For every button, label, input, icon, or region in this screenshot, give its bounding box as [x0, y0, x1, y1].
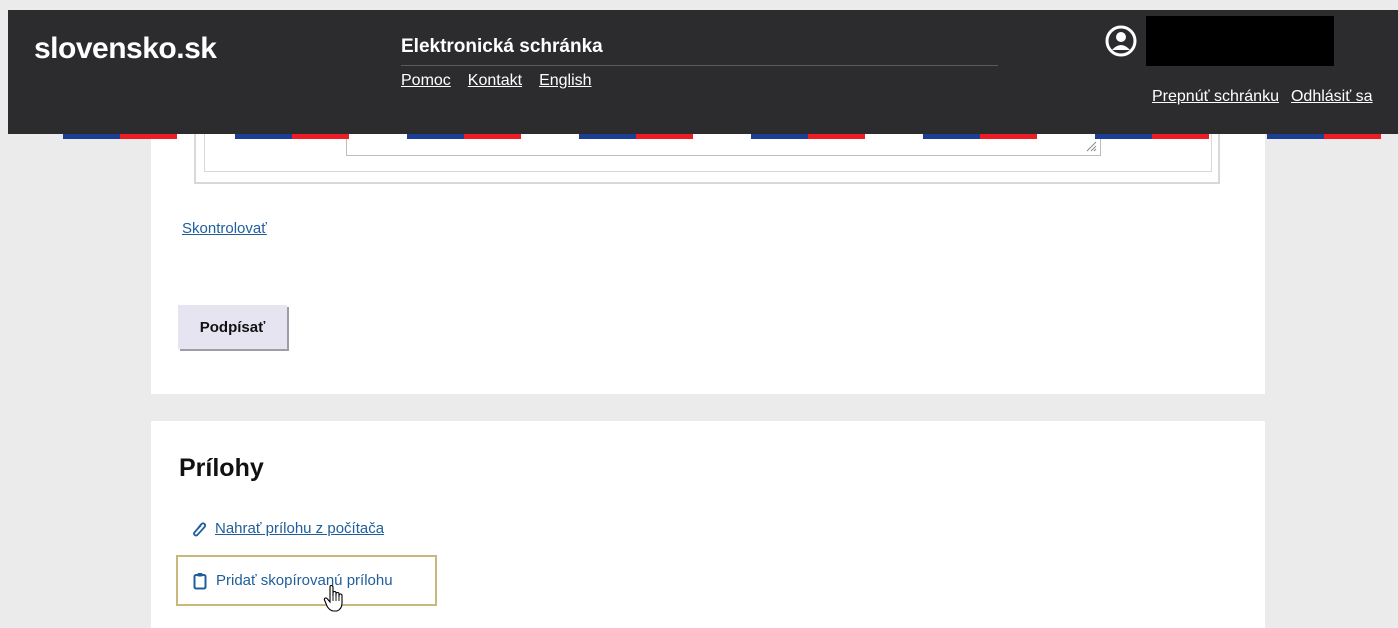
clipboard-icon [193, 572, 207, 589]
flag-stripe-segment [808, 134, 865, 139]
user-name-redacted [1146, 16, 1334, 66]
service-title: Elektronická schránka [401, 36, 603, 57]
switch-mailbox-link[interactable]: Prepnúť schránku [1152, 88, 1279, 106]
account-links: Prepnúť schránku Odhlásiť sa [1152, 88, 1373, 106]
flag-stripe-segment [1095, 134, 1152, 139]
upload-attachment-label: Nahrať prílohu z počítača [215, 520, 385, 537]
paperclip-icon [193, 521, 207, 536]
flag-stripe-segment [980, 134, 1037, 139]
title-divider [401, 65, 998, 66]
top-nav: Pomoc Kontakt English [401, 72, 592, 90]
flag-stripe-segment [1152, 134, 1209, 139]
user-circle-icon[interactable] [1104, 24, 1138, 58]
paste-attachment-button[interactable]: Pridať skopírovanú prílohu [176, 555, 437, 606]
sign-button[interactable]: Podpísať [178, 305, 287, 349]
flag-stripe-segment [579, 134, 636, 139]
upload-attachment-link[interactable]: Nahrať prílohu z počítača [191, 520, 384, 537]
hand-cursor-icon [323, 585, 343, 612]
flag-stripe-segment [1324, 134, 1381, 139]
flag-stripes [63, 134, 1381, 139]
flag-stripe-segment [636, 134, 693, 139]
attachments-card: Prílohy Nahrať prílohu z počítača Pridať… [151, 421, 1265, 628]
flag-stripe-segment [235, 134, 292, 139]
flag-stripe-segment [464, 134, 521, 139]
flag-stripe-segment [120, 134, 177, 139]
flag-stripe-segment [63, 134, 120, 139]
contact-link[interactable]: Kontakt [468, 72, 522, 90]
flag-stripe-segment [923, 134, 980, 139]
flag-stripe-segment [1267, 134, 1324, 139]
flag-stripe-segment [407, 134, 464, 139]
check-link[interactable]: Skontrolovať [182, 220, 267, 237]
help-link[interactable]: Pomoc [401, 72, 451, 90]
logo[interactable]: slovensko.sk [34, 32, 217, 66]
page: slovensko.sk Elektronická schránka Pomoc… [0, 0, 1398, 628]
resize-grip-icon[interactable] [1085, 140, 1097, 152]
attachments-heading: Prílohy [179, 454, 264, 482]
flag-stripe-segment [292, 134, 349, 139]
paste-attachment-label: Pridať skopírovanú prílohu [216, 572, 393, 589]
logout-link[interactable]: Odhlásiť sa [1291, 88, 1373, 106]
english-link[interactable]: English [539, 72, 591, 90]
flag-stripe-segment [751, 134, 808, 139]
site-header: slovensko.sk Elektronická schránka Pomoc… [8, 10, 1398, 134]
form-card: Skontrolovať Podpísať [151, 110, 1265, 394]
